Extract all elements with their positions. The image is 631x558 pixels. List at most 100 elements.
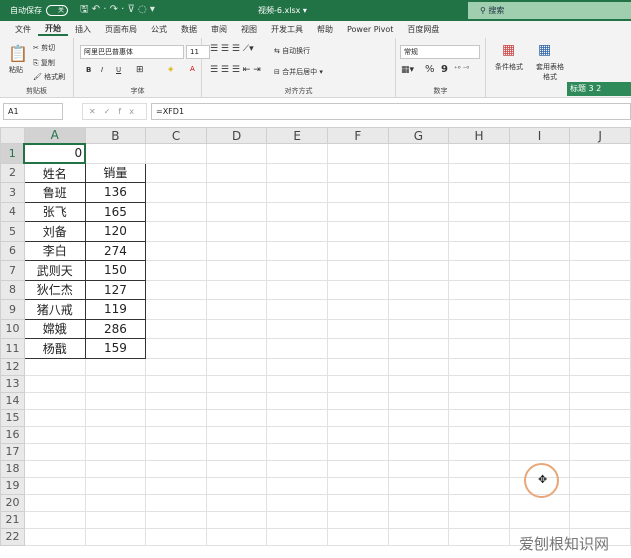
row-header[interactable]: 7 (0, 260, 25, 281)
cell-G17[interactable] (387, 442, 450, 461)
formula-icons[interactable]: ✕✓fx (82, 103, 147, 120)
cell-F7[interactable] (327, 260, 389, 281)
cell-H19[interactable] (448, 476, 510, 495)
cell-G4[interactable] (387, 201, 450, 222)
cell-F15[interactable] (327, 408, 389, 427)
cell-I4[interactable] (508, 201, 571, 222)
cell-E6[interactable] (266, 240, 328, 261)
align-icons[interactable]: ☰ ☰ ☰ ⟋▾ (210, 44, 254, 54)
cell-D5[interactable] (205, 221, 268, 242)
cell-B14[interactable] (84, 391, 147, 410)
cell-B12[interactable] (84, 357, 147, 376)
cell-E7[interactable] (266, 260, 328, 281)
cell-B20[interactable] (84, 493, 147, 512)
cell-E14[interactable] (266, 391, 328, 410)
row-header[interactable]: 22 (0, 527, 25, 546)
cell-A20[interactable] (23, 493, 86, 512)
cell-B13[interactable] (84, 374, 147, 393)
cell-C20[interactable] (145, 493, 207, 512)
file-name[interactable]: 视频-6.xlsx ▾ (258, 5, 307, 16)
cell-G21[interactable] (387, 510, 450, 529)
row-header[interactable]: 10 (0, 318, 25, 339)
cell-D15[interactable] (205, 408, 268, 427)
cell-D22[interactable] (205, 527, 268, 546)
cell-J21[interactable] (569, 510, 631, 529)
cell-D4[interactable] (205, 201, 268, 222)
cell-A10[interactable]: 嫦娥 (23, 318, 86, 339)
cell-C11[interactable] (145, 338, 207, 359)
cell-H16[interactable] (448, 425, 510, 444)
cell-D3[interactable] (205, 182, 268, 203)
cell-F6[interactable] (327, 240, 389, 261)
cell-B21[interactable] (84, 510, 147, 529)
cell-D11[interactable] (205, 338, 268, 359)
cell-E16[interactable] (266, 425, 328, 444)
cell-J3[interactable] (569, 182, 631, 203)
cell-C17[interactable] (145, 442, 207, 461)
cell-E15[interactable] (266, 408, 328, 427)
row-header[interactable]: 18 (0, 459, 25, 478)
paste-icon[interactable]: 📋 (8, 44, 28, 63)
cell-A1[interactable]: 0 (23, 142, 87, 164)
cell-F19[interactable] (327, 476, 389, 495)
cell-C18[interactable] (145, 459, 207, 478)
cell-J18[interactable] (569, 459, 631, 478)
cell-E10[interactable] (266, 318, 328, 339)
row-header[interactable]: 17 (0, 442, 25, 461)
cell-H20[interactable] (448, 493, 510, 512)
cell-E13[interactable] (266, 374, 328, 393)
cell-F22[interactable] (327, 527, 389, 546)
cell-E8[interactable] (266, 279, 328, 300)
cell-C22[interactable] (145, 527, 207, 546)
cell-H21[interactable] (448, 510, 510, 529)
cell-B17[interactable] (84, 442, 147, 461)
cell-E18[interactable] (266, 459, 328, 478)
row-header[interactable]: 21 (0, 510, 25, 529)
cell-A4[interactable]: 张飞 (23, 201, 86, 222)
cell-C6[interactable] (145, 240, 207, 261)
tab-10[interactable]: Power Pivot (340, 25, 400, 34)
cell-C5[interactable] (145, 221, 207, 242)
row-header[interactable]: 4 (0, 201, 25, 222)
cell-G6[interactable] (387, 240, 450, 261)
tab-1[interactable]: 开始 (38, 23, 68, 36)
row-header[interactable]: 15 (0, 408, 25, 427)
column-header-J[interactable]: J (569, 127, 631, 144)
cell-C10[interactable] (145, 318, 207, 339)
cell-I7[interactable] (508, 260, 571, 281)
cell-C12[interactable] (145, 357, 207, 376)
cell-F14[interactable] (327, 391, 389, 410)
cell-E21[interactable] (266, 510, 328, 529)
cell-A6[interactable]: 李白 (23, 240, 86, 261)
decimal-icons[interactable]: ⁺⁰ ⁻⁰ (454, 65, 469, 73)
row-header[interactable]: 1 (0, 143, 25, 164)
cell-I2[interactable] (508, 162, 571, 183)
row-header[interactable]: 13 (0, 374, 25, 393)
cell-J1[interactable] (569, 143, 631, 164)
comma-button[interactable]: 9 (441, 64, 448, 75)
cell-G8[interactable] (387, 279, 450, 300)
cell-J11[interactable] (569, 338, 631, 359)
cell-A11[interactable]: 杨戬 (23, 338, 86, 359)
cell-H8[interactable] (448, 279, 510, 300)
column-header-C[interactable]: C (145, 127, 207, 144)
cell-F8[interactable] (327, 279, 389, 300)
cell-E17[interactable] (266, 442, 328, 461)
cell-G20[interactable] (387, 493, 450, 512)
cell-G22[interactable] (387, 527, 450, 546)
cell-C1[interactable] (145, 143, 207, 164)
cell-I6[interactable] (508, 240, 571, 261)
tab-5[interactable]: 数据 (174, 24, 204, 35)
cell-F10[interactable] (327, 318, 389, 339)
cell-I5[interactable] (508, 221, 571, 242)
cell-J19[interactable] (569, 476, 631, 495)
cell-J12[interactable] (569, 357, 631, 376)
cell-G7[interactable] (387, 260, 450, 281)
cell-G2[interactable] (387, 162, 450, 183)
cell-I14[interactable] (508, 391, 571, 410)
cell-C7[interactable] (145, 260, 207, 281)
cell-A3[interactable]: 鲁班 (23, 182, 86, 203)
cell-D9[interactable] (205, 299, 268, 320)
cell-A2[interactable]: 姓名 (23, 162, 86, 183)
cell-G13[interactable] (387, 374, 450, 393)
